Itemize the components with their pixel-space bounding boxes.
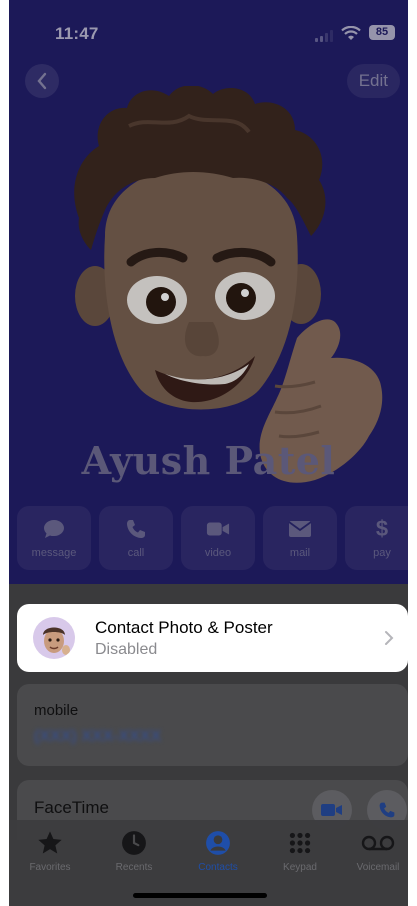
tab-voicemail[interactable]: Voicemail <box>339 828 408 873</box>
clock-icon <box>95 828 173 858</box>
person-circle-icon <box>179 828 257 858</box>
phone-icon <box>379 802 395 818</box>
tab-label: Voicemail <box>356 862 400 873</box>
home-indicator[interactable] <box>133 893 267 898</box>
phone-screen: 11:47 85 Edit Ayush Patel message call v… <box>9 0 408 906</box>
tab-recents[interactable]: Recents <box>95 828 173 873</box>
tab-keypad[interactable]: Keypad <box>261 828 339 873</box>
poster-row-status: Disabled <box>95 641 158 658</box>
tab-contacts[interactable]: Contacts <box>179 828 257 873</box>
avatar <box>33 617 75 659</box>
chevron-right-icon <box>385 631 394 645</box>
voicemail-icon <box>339 828 408 858</box>
tab-favorites[interactable]: Favorites <box>11 828 89 873</box>
mobile-number-row[interactable]: mobile (XXX) XXX-XXXX <box>17 684 408 766</box>
tab-label: Keypad <box>283 862 317 873</box>
tab-label: Recents <box>115 862 153 873</box>
dim-overlay <box>9 0 408 600</box>
contact-poster: 11:47 85 Edit Ayush Patel message call v… <box>9 0 408 600</box>
star-icon <box>11 828 89 858</box>
mobile-number: (XXX) XXX-XXXX <box>34 728 162 745</box>
mobile-label: mobile <box>34 702 79 719</box>
tab-label: Favorites <box>29 862 71 873</box>
poster-row-title: Contact Photo & Poster <box>95 618 273 637</box>
contact-photo-poster-row[interactable]: Contact Photo & Poster Disabled <box>17 604 408 672</box>
tab-label: Contacts <box>198 862 238 873</box>
video-camera-icon <box>321 804 342 816</box>
facetime-label: FaceTime <box>34 798 109 817</box>
keypad-icon <box>261 828 339 858</box>
